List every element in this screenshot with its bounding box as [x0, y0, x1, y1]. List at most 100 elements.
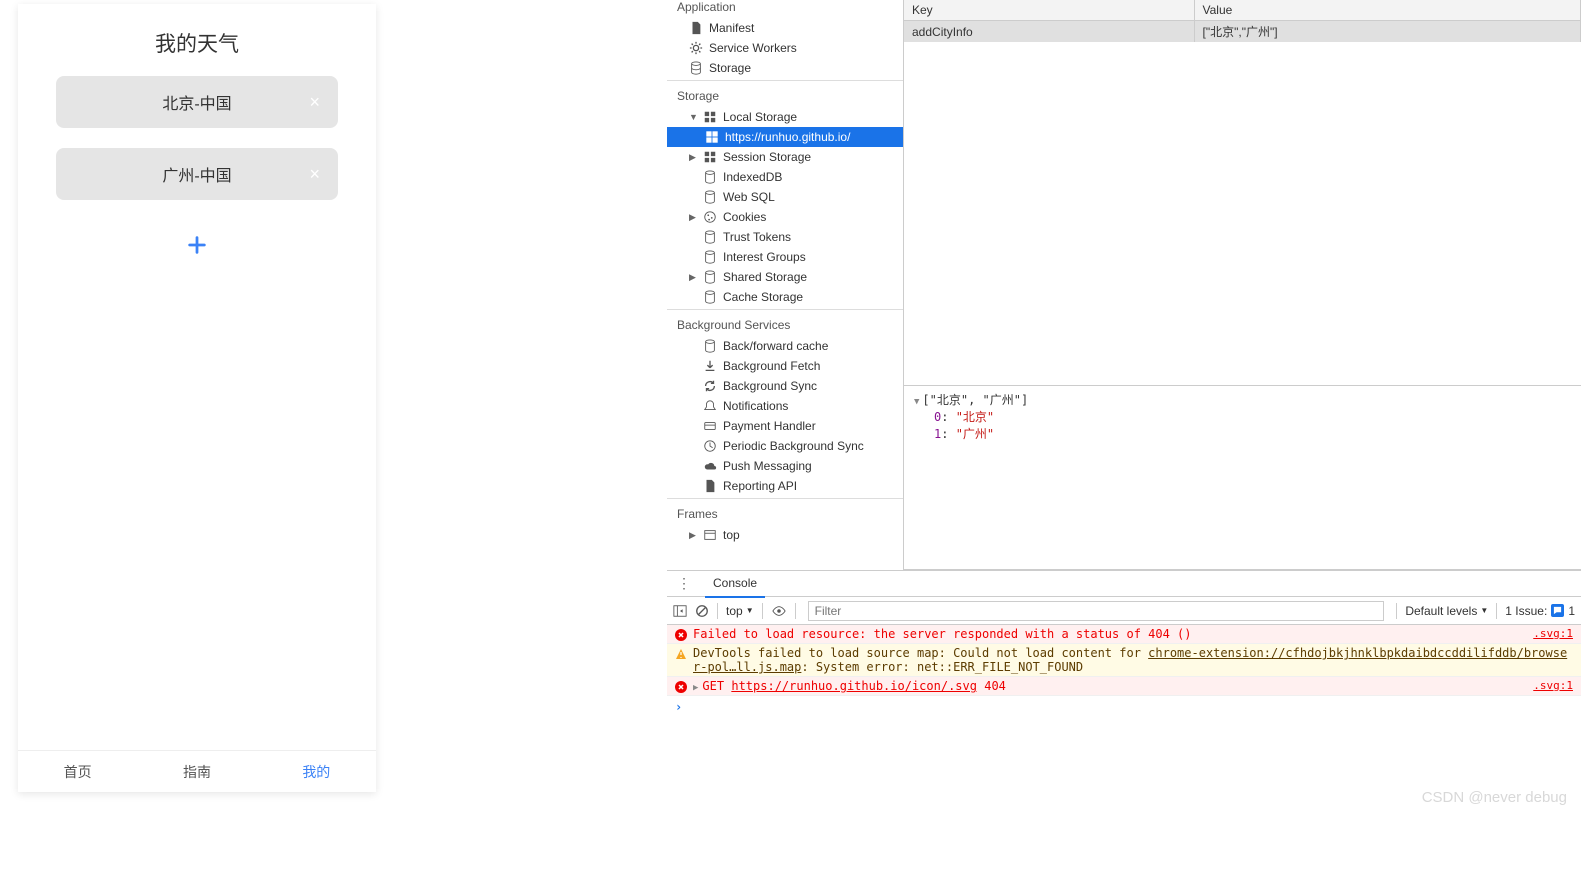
storage-table-view: Key Value addCityInfo ["北京","广州"] [904, 0, 1581, 386]
log-message: ▶GET https://runhuo.github.io/icon/.svg … [693, 679, 1527, 693]
tree-item-periodic-bg-sync[interactable]: Periodic Background Sync [667, 436, 903, 456]
sync-icon [703, 379, 717, 393]
card-icon [703, 419, 717, 433]
sidebar-toggle-icon[interactable] [673, 604, 687, 618]
tree-item-indexeddb[interactable]: IndexedDB [667, 167, 903, 187]
log-row-warning[interactable]: DevTools failed to load source map: Coul… [667, 644, 1581, 677]
database-icon [703, 230, 717, 244]
table-row[interactable]: addCityInfo ["北京","广州"] [904, 21, 1581, 43]
chevron-right-icon: ▶ [689, 152, 697, 163]
database-icon [703, 190, 717, 204]
section-background-services: Background Services [667, 312, 903, 336]
col-key[interactable]: Key [904, 0, 1194, 21]
city-label: 北京-中国 [162, 90, 231, 114]
tree-item-local-storage-origin[interactable]: https://runhuo.github.io/ [667, 127, 903, 147]
console-prompt-icon[interactable]: › [667, 696, 1581, 718]
database-icon [703, 250, 717, 264]
eye-icon[interactable] [771, 604, 787, 618]
city-card[interactable]: 北京-中国 × [56, 76, 338, 128]
error-icon [675, 629, 687, 641]
window-icon [703, 528, 717, 542]
tree-item-frame-top[interactable]: ▶ top [667, 525, 903, 545]
tree-item-shared-storage[interactable]: ▶ Shared Storage [667, 267, 903, 287]
tab-guide[interactable]: 指南 [137, 751, 256, 792]
clear-console-icon[interactable] [695, 604, 709, 618]
tree-item-session-storage[interactable]: ▶ Session Storage [667, 147, 903, 167]
kebab-icon[interactable]: ⋮ [673, 575, 695, 592]
cookie-icon [703, 210, 717, 224]
tree-item-cookies[interactable]: ▶ Cookies [667, 207, 903, 227]
chevron-down-icon: ▼ [1480, 606, 1488, 615]
chevron-right-icon[interactable]: ▶ [693, 683, 698, 693]
request-url-link[interactable]: https://runhuo.github.io/icon/.svg [731, 679, 977, 693]
cell-key: addCityInfo [904, 21, 1194, 43]
gear-icon [689, 41, 703, 55]
tab-console[interactable]: Console [705, 570, 765, 598]
storage-table[interactable]: Key Value addCityInfo ["北京","广州"] [904, 0, 1581, 42]
chevron-down-icon: ▼ [689, 112, 697, 122]
tree-item-bg-fetch[interactable]: Background Fetch [667, 356, 903, 376]
tree-item-push-messaging[interactable]: Push Messaging [667, 456, 903, 476]
tree-item-service-workers[interactable]: Service Workers [667, 38, 903, 58]
tree-item-reporting-api[interactable]: Reporting API [667, 476, 903, 496]
city-card[interactable]: 广州-中国 × [56, 148, 338, 200]
tree-item-cache-storage[interactable]: Cache Storage [667, 287, 903, 307]
tree-item-local-storage[interactable]: ▼ Local Storage [667, 107, 903, 127]
console-body: Failed to load resource: the server resp… [667, 625, 1581, 884]
database-icon [689, 61, 703, 75]
chevron-down-icon: ▼ [746, 606, 754, 615]
context-selector[interactable]: top▼ [726, 604, 754, 618]
issues-badge[interactable]: 1 Issue: 1 [1505, 604, 1575, 618]
section-frames: Frames [667, 501, 903, 525]
bell-icon [703, 399, 717, 413]
tree-item-manifest[interactable]: Manifest [667, 18, 903, 38]
tree-item-notifications[interactable]: Notifications [667, 396, 903, 416]
filter-input[interactable] [808, 601, 1385, 621]
chevron-right-icon: ▶ [689, 530, 697, 541]
city-label: 广州-中国 [162, 162, 231, 186]
tree-item-bfcache[interactable]: Back/forward cache [667, 336, 903, 356]
log-row-error[interactable]: ▶GET https://runhuo.github.io/icon/.svg … [667, 677, 1581, 696]
tree-item-payment-handler[interactable]: Payment Handler [667, 416, 903, 436]
chevron-right-icon: ▶ [689, 212, 697, 223]
grid-icon [705, 130, 719, 144]
mobile-app-frame: 我的天气 北京-中国 × 广州-中国 × 首页 指南 我的 [18, 4, 376, 792]
cell-value: ["北京","广州"] [1194, 21, 1581, 43]
database-icon [703, 170, 717, 184]
page-title: 我的天气 [18, 4, 376, 76]
database-icon [703, 270, 717, 284]
add-city-button[interactable] [56, 234, 338, 259]
console-tabs: ⋮ Console [667, 571, 1581, 597]
document-icon [703, 479, 717, 493]
clock-icon [703, 439, 717, 453]
log-levels-selector[interactable]: Default levels▼ [1405, 604, 1488, 618]
chevron-down-icon[interactable]: ▼ [914, 397, 919, 407]
col-value[interactable]: Value [1194, 0, 1581, 21]
close-icon[interactable]: × [309, 93, 320, 111]
tree-item-websql[interactable]: Web SQL [667, 187, 903, 207]
section-storage: Storage [667, 83, 903, 107]
warning-icon [675, 648, 687, 660]
tab-bar: 首页 指南 我的 [18, 750, 376, 792]
tab-mine[interactable]: 我的 [257, 751, 376, 792]
tree-item-trust-tokens[interactable]: Trust Tokens [667, 227, 903, 247]
database-icon [703, 339, 717, 353]
section-application: Application [667, 0, 903, 18]
tree-item-bg-sync[interactable]: Background Sync [667, 376, 903, 396]
database-icon [703, 290, 717, 304]
tree-item-interest-groups[interactable]: Interest Groups [667, 247, 903, 267]
value-preview-pane: ▼["北京", "广州"] 0: "北京" 1: "广州" [904, 386, 1581, 570]
log-row-error[interactable]: Failed to load resource: the server resp… [667, 625, 1581, 644]
fetch-icon [703, 359, 717, 373]
plus-icon [186, 234, 208, 256]
log-message: DevTools failed to load source map: Coul… [693, 646, 1573, 674]
console-toolbar: top▼ Default levels▼ 1 Issue: 1 [667, 597, 1581, 625]
grid-icon [703, 150, 717, 164]
close-icon[interactable]: × [309, 165, 320, 183]
issue-icon [1551, 604, 1564, 617]
grid-icon [703, 110, 717, 124]
tab-home[interactable]: 首页 [18, 751, 137, 792]
tree-item-storage[interactable]: Storage [667, 58, 903, 78]
error-icon [675, 681, 687, 693]
chevron-right-icon: ▶ [689, 272, 697, 283]
